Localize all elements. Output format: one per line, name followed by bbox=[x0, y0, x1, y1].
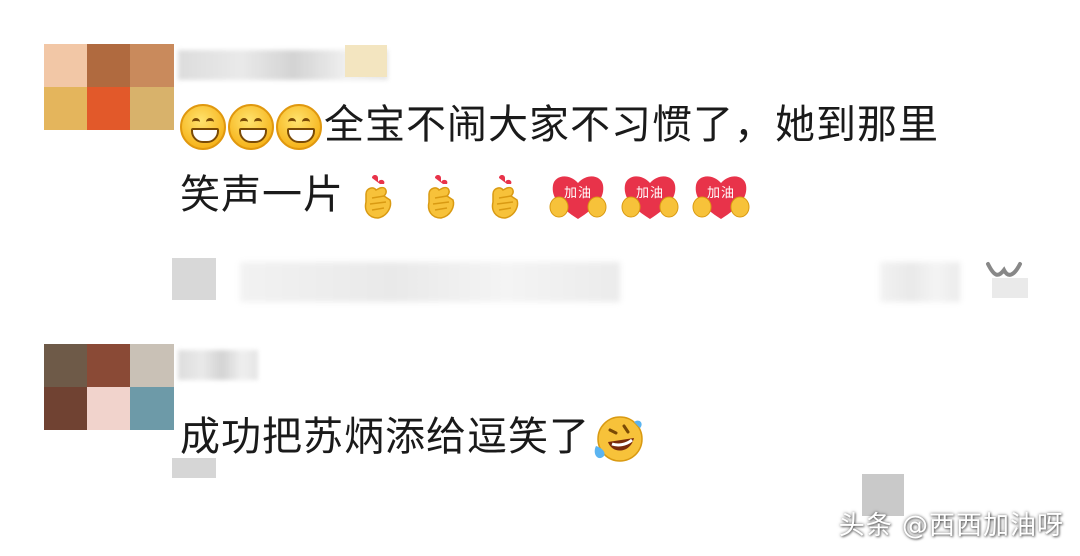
cheer-heart-emoji: 加油 bbox=[692, 176, 750, 219]
avatar[interactable] bbox=[44, 44, 174, 130]
comment-text: 全宝不闹大家不习惯了，她到那里 bbox=[324, 102, 939, 148]
cheer-heart-emoji: 加油 bbox=[549, 176, 607, 219]
cheer-label: 加油 bbox=[707, 186, 735, 201]
laughing-tears-emoji bbox=[594, 416, 643, 462]
watermark: 头条 @西西加油呀 bbox=[838, 511, 1064, 541]
username-blurred[interactable] bbox=[178, 350, 258, 380]
like-icon[interactable] bbox=[978, 250, 1030, 300]
cheer-heart-emoji: 加油 bbox=[621, 176, 679, 219]
meta-blurred bbox=[172, 258, 216, 300]
username-badge-blurred bbox=[345, 45, 387, 77]
grin-emoji bbox=[276, 104, 322, 150]
finger-heart-emoji bbox=[428, 175, 455, 219]
finger-heart-emoji bbox=[491, 175, 519, 219]
comment-text: 成功把苏炳添给逗笑了 bbox=[180, 414, 590, 460]
cheer-label: 加油 bbox=[564, 186, 592, 201]
comment-text-line2: 笑声一片 加油 加油 加油 bbox=[180, 170, 750, 223]
comment-text: 笑声一片 bbox=[180, 172, 344, 218]
grin-emoji bbox=[228, 104, 274, 150]
grin-emoji bbox=[180, 104, 226, 150]
reply-blurred[interactable] bbox=[880, 262, 960, 302]
comment-1: 全宝不闹大家不习惯了，她到那里 笑声一片 加油 加油 加油 bbox=[0, 0, 1080, 320]
finger-heart-emoji bbox=[364, 175, 391, 219]
avatar[interactable] bbox=[44, 344, 174, 430]
cheer-label: 加油 bbox=[636, 186, 664, 201]
comment-actions-blurred[interactable] bbox=[240, 262, 620, 302]
comment-text-line1: 全宝不闹大家不习惯了，她到那里 bbox=[180, 100, 939, 150]
comment-text-line1: 成功把苏炳添给逗笑了 bbox=[180, 412, 644, 466]
meta-blurred bbox=[172, 458, 216, 478]
